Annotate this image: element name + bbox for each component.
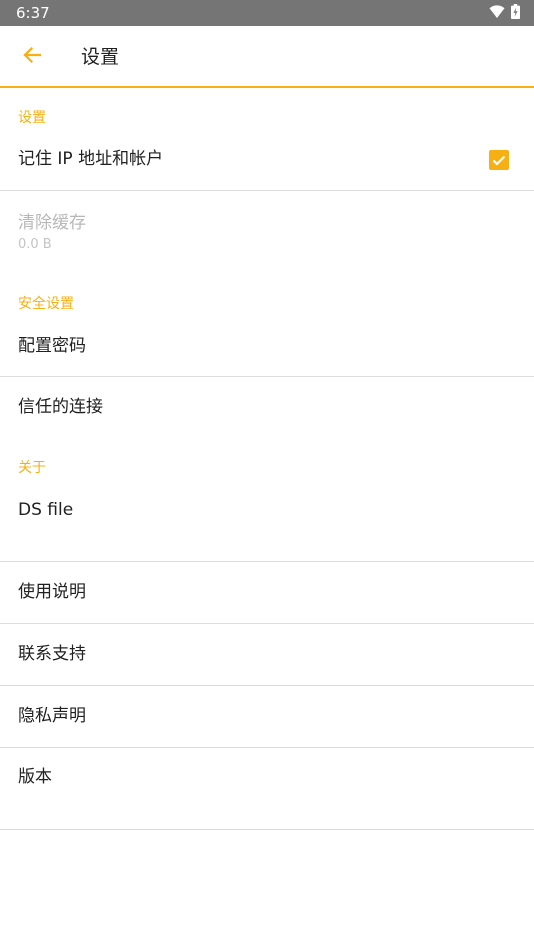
section-header-settings: 设置 bbox=[18, 110, 46, 126]
wifi-icon bbox=[489, 4, 505, 23]
trusted-connections-title: 信任的连接 bbox=[18, 397, 103, 417]
app-bar: 设置 bbox=[0, 26, 534, 88]
status-bar: 6:37 bbox=[0, 0, 534, 26]
contact-support-row[interactable]: 联系支持 bbox=[0, 624, 534, 685]
app-name-title: DS file bbox=[18, 500, 74, 520]
page-title: 设置 bbox=[81, 46, 120, 68]
remember-ip-row[interactable]: 记住 IP 地址和帐户 bbox=[0, 136, 534, 190]
back-button[interactable] bbox=[12, 38, 52, 76]
clear-cache-row[interactable]: 清除缓存 0.0 B bbox=[0, 191, 534, 267]
section-header-about: 关于 bbox=[18, 460, 46, 476]
remember-ip-title: 记住 IP 地址和帐户 bbox=[18, 149, 164, 169]
privacy-statement-row[interactable]: 隐私声明 bbox=[0, 686, 534, 747]
remember-ip-checkbox[interactable] bbox=[489, 150, 509, 170]
arrow-back-icon bbox=[23, 46, 42, 67]
status-icons bbox=[489, 3, 520, 23]
trusted-connections-row[interactable]: 信任的连接 bbox=[0, 377, 534, 437]
status-time: 6:37 bbox=[16, 4, 50, 22]
clear-cache-title: 清除缓存 bbox=[18, 213, 86, 233]
privacy-statement-title: 隐私声明 bbox=[18, 706, 86, 726]
instructions-title: 使用说明 bbox=[18, 582, 86, 602]
section-header-security: 安全设置 bbox=[18, 296, 74, 312]
configure-password-title: 配置密码 bbox=[18, 336, 86, 356]
instructions-row[interactable]: 使用说明 bbox=[0, 562, 534, 623]
app-name-row[interactable]: DS file bbox=[0, 484, 534, 561]
battery-charging-icon bbox=[511, 3, 520, 23]
cache-size-summary: 0.0 B bbox=[18, 237, 52, 252]
configure-password-row[interactable]: 配置密码 bbox=[0, 322, 534, 376]
divider bbox=[0, 829, 534, 830]
contact-support-title: 联系支持 bbox=[18, 644, 86, 664]
version-title: 版本 bbox=[18, 767, 52, 787]
version-row[interactable]: 版本 bbox=[0, 748, 534, 829]
